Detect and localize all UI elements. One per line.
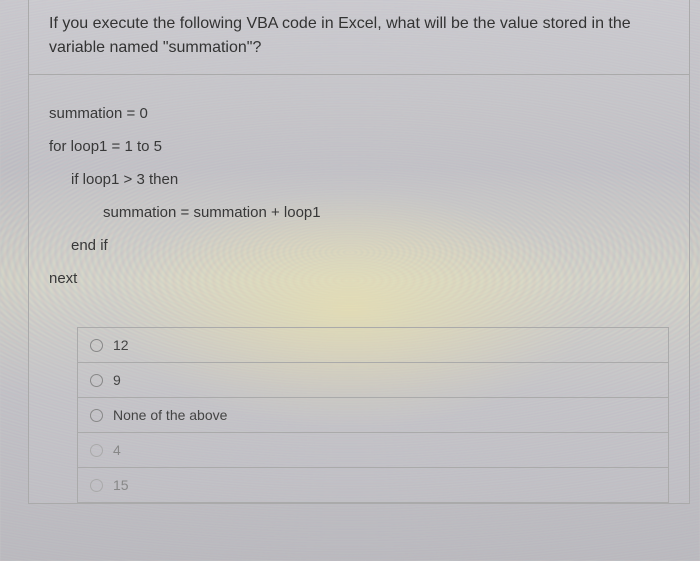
option-row[interactable]: 9 [78, 363, 668, 398]
option-row[interactable]: 4 [78, 433, 668, 468]
code-line: for loop1 = 1 to 5 [49, 130, 669, 163]
radio-icon[interactable] [90, 444, 103, 457]
option-row[interactable]: 12 [78, 328, 668, 363]
code-line: if loop1 > 3 then [49, 163, 669, 196]
option-label: 15 [113, 477, 129, 493]
radio-icon[interactable] [90, 339, 103, 352]
radio-icon[interactable] [90, 374, 103, 387]
code-line: summation = 0 [49, 97, 669, 130]
option-label: 12 [113, 337, 129, 353]
question-card: If you execute the following VBA code in… [28, 0, 690, 504]
option-row[interactable]: 15 [78, 468, 668, 503]
option-row[interactable]: None of the above [78, 398, 668, 433]
option-label: 4 [113, 442, 121, 458]
code-line: summation = summation + loop1 [49, 196, 669, 229]
code-block: summation = 0 for loop1 = 1 to 5 if loop… [29, 75, 689, 309]
answer-options: 12 9 None of the above 4 15 [77, 327, 669, 503]
question-prompt: If you execute the following VBA code in… [29, 0, 689, 75]
radio-icon[interactable] [90, 479, 103, 492]
option-label: None of the above [113, 407, 227, 423]
code-line: end if [49, 229, 669, 262]
option-label: 9 [113, 372, 121, 388]
radio-icon[interactable] [90, 409, 103, 422]
code-line: next [49, 262, 669, 295]
